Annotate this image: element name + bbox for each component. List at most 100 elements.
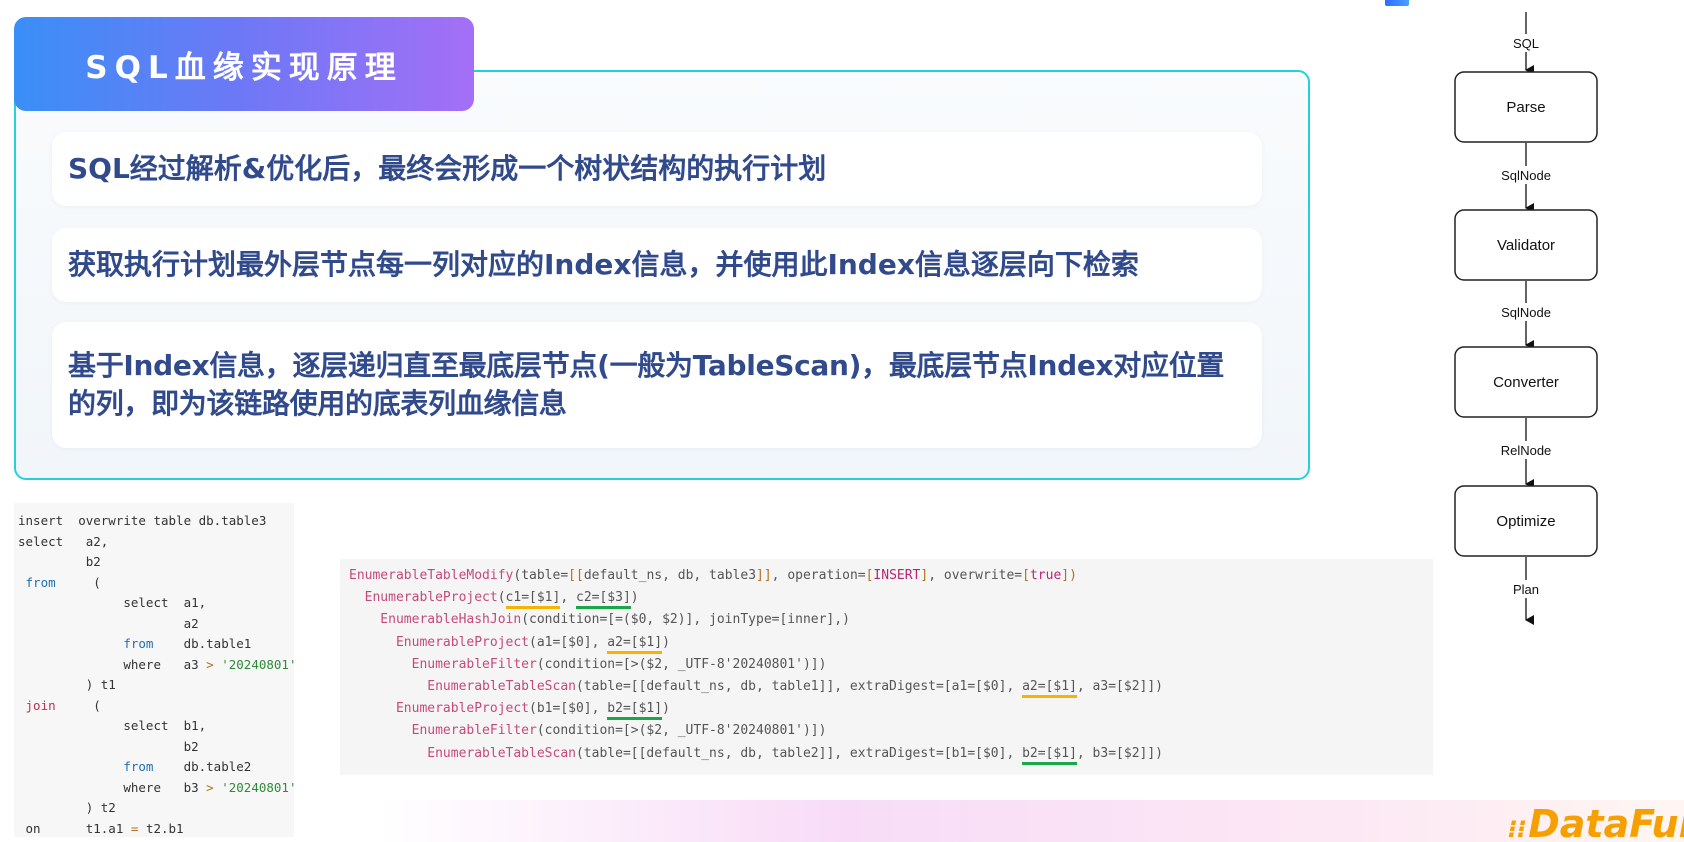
plan-line: EnumerableTableScan(table=[[default_ns, … bbox=[349, 743, 1433, 765]
plan-token: (table=[[default_ns, db, table2]], extra… bbox=[575, 745, 1023, 761]
plan-token: ]] bbox=[756, 568, 772, 583]
plan-node-name: EnumerableTableScan bbox=[349, 678, 576, 694]
flow-edge-label: SqlNode bbox=[1501, 168, 1551, 183]
plan-line: EnumerableHashJoin(condition=[=($0, $2)]… bbox=[349, 609, 1433, 631]
title-tab: SQL血缘实现原理 bbox=[14, 17, 474, 111]
code-line: join ( bbox=[18, 696, 294, 717]
flow-node-optimize: Optimize bbox=[1454, 485, 1598, 557]
plan-token: ( bbox=[497, 590, 506, 606]
code-line: select a2, bbox=[18, 532, 294, 553]
code-operator: > bbox=[206, 779, 214, 795]
code-line: b2 bbox=[18, 738, 199, 754]
plan-line: EnumerableFilter(condition=[>($2, _UTF-8… bbox=[349, 720, 1433, 742]
lineage-highlight-orange: a2=[$1] bbox=[1022, 678, 1077, 698]
plan-node-name: EnumerableProject bbox=[349, 634, 530, 650]
plan-token: (condition=[>($2, _UTF-8'20240801')]) bbox=[536, 723, 827, 739]
flow-edge-label: SqlNode bbox=[1501, 305, 1551, 320]
plan-token: (a1=[$0], bbox=[529, 634, 608, 650]
plan-node-name: EnumerableProject bbox=[349, 701, 530, 717]
plan-node-name: EnumerableFilter bbox=[349, 656, 537, 672]
flow-node-converter: Converter bbox=[1454, 346, 1598, 418]
plan-line: EnumerableTableModify(table=[[default_ns… bbox=[349, 565, 1433, 587]
plan-node-name: EnumerableFilter bbox=[349, 723, 537, 739]
plan-token: (table= bbox=[513, 568, 569, 583]
code-line: from db.table1 bbox=[18, 634, 294, 655]
code-keyword: join bbox=[18, 697, 56, 713]
plan-token: , overwrite= bbox=[928, 568, 1023, 583]
execution-plan-block: EnumerableTableModify(table=[[default_ns… bbox=[340, 559, 1433, 775]
code-token: t1.a1 bbox=[40, 820, 131, 836]
lineage-highlight-green: b2=[$1] bbox=[607, 701, 663, 721]
point-3: 基于Index信息，逐层递归直至最底层节点(一般为TableScan)，最底层节… bbox=[52, 322, 1262, 448]
plan-token: default_ns, db, table3 bbox=[583, 568, 757, 583]
code-keyword: from bbox=[18, 759, 154, 774]
code-line: select b1, bbox=[18, 718, 207, 733]
code-token: where a3 bbox=[18, 656, 207, 672]
code-string: '20240801' bbox=[213, 779, 297, 795]
plan-token: (table=[[default_ns, db, table1]], extra… bbox=[575, 678, 1023, 694]
code-token: t2.b1 bbox=[138, 820, 184, 836]
flow-node-label: Parse bbox=[1506, 99, 1545, 116]
datafun-logo-text: DataFun. bbox=[1528, 802, 1684, 842]
flow-node-validator: Validator bbox=[1454, 209, 1598, 281]
code-token: a2, bbox=[63, 533, 109, 549]
code-token: db.table1 bbox=[153, 636, 252, 651]
datafun-logo: ⁝⁝DataFun. bbox=[1508, 802, 1684, 842]
plan-token: INSERT bbox=[873, 568, 921, 583]
plan-node-name: EnumerableTableModify bbox=[349, 568, 514, 583]
point-2: 获取执行计划最外层节点每一列对应的Index信息，并使用此Index信息逐层向下… bbox=[52, 228, 1262, 302]
plan-token: , bbox=[560, 590, 576, 606]
flow-edge-label: Plan bbox=[1513, 582, 1539, 597]
code-token: select bbox=[18, 533, 64, 549]
code-line: where b3 > '20240801' bbox=[18, 778, 297, 799]
plan-line: EnumerableProject(c1=[$1], c2=[$3]) bbox=[349, 587, 1433, 610]
plan-token: [ bbox=[1022, 568, 1030, 583]
lineage-highlight-green: b2=[$1] bbox=[1022, 745, 1077, 765]
code-line: from db.table2 bbox=[18, 757, 294, 778]
plan-line: EnumerableTableScan(table=[[default_ns, … bbox=[349, 676, 1433, 698]
corner-logo bbox=[1385, 0, 1415, 8]
point-3-text: 基于Index信息，逐层递归直至最底层节点(一般为TableScan)，最底层节… bbox=[68, 349, 1225, 420]
plan-token: ]) bbox=[1061, 568, 1077, 583]
code-keyword: from bbox=[18, 636, 154, 651]
plan-line: EnumerableFilter(condition=[>($2, _UTF-8… bbox=[349, 654, 1433, 676]
bottom-decoration bbox=[380, 800, 1684, 842]
code-token: ( bbox=[55, 697, 101, 713]
code-line: from ( bbox=[18, 573, 294, 594]
lineage-highlight-orange: c1=[$1] bbox=[505, 590, 561, 610]
code-token: on bbox=[18, 820, 41, 836]
plan-token: (condition=[>($2, _UTF-8'20240801')]) bbox=[536, 656, 827, 672]
code-line: insert overwrite table db.table3 bbox=[18, 511, 294, 532]
flow-node-parse: Parse bbox=[1454, 71, 1598, 143]
sql-code-block: insert overwrite table db.table3 select … bbox=[14, 503, 297, 837]
code-token: insert bbox=[18, 513, 64, 528]
plan-token: true bbox=[1029, 568, 1062, 583]
plan-token: ) bbox=[630, 590, 639, 606]
code-keyword: from bbox=[18, 574, 56, 590]
plan-token: [[ bbox=[568, 568, 584, 583]
code-line: ) t1 bbox=[18, 677, 116, 692]
code-token: db.table2 bbox=[153, 759, 252, 774]
code-string: '20240801' bbox=[213, 656, 297, 672]
plan-token: ) bbox=[662, 634, 670, 650]
plan-token: (condition=[=($0, $2)], joinType=[inner]… bbox=[521, 612, 850, 628]
plan-line: EnumerableProject(a1=[$0], a2=[$1]) bbox=[349, 632, 1433, 654]
logo-dots-icon: ⁝⁝ bbox=[1508, 815, 1527, 842]
plan-token: , a3=[$2]]) bbox=[1076, 678, 1163, 694]
plan-node-name: EnumerableProject bbox=[349, 590, 498, 606]
point-1-text: SQL经过解析&优化后，最终会形成一个树状结构的执行计划 bbox=[68, 152, 827, 185]
flow-node-label: Validator bbox=[1497, 237, 1555, 254]
plan-node-name: EnumerableTableScan bbox=[349, 745, 576, 761]
plan-token: ) bbox=[662, 701, 670, 717]
flow-edge-label: RelNode bbox=[1501, 443, 1552, 458]
code-line: ) t2 bbox=[18, 800, 116, 815]
lineage-highlight-green: c2=[$3] bbox=[576, 590, 631, 610]
plan-node-name: EnumerableHashJoin bbox=[349, 612, 522, 628]
plan-line: EnumerableProject(b1=[$0], b2=[$1]) bbox=[349, 698, 1433, 721]
code-line: b2 bbox=[18, 554, 101, 569]
code-token: where b3 bbox=[18, 779, 207, 795]
plan-token: (b1=[$0], bbox=[529, 701, 608, 717]
code-line: select a1, bbox=[18, 595, 207, 610]
lineage-highlight-orange: a2=[$1] bbox=[607, 634, 663, 654]
corner-logo-icon bbox=[1385, 0, 1409, 6]
